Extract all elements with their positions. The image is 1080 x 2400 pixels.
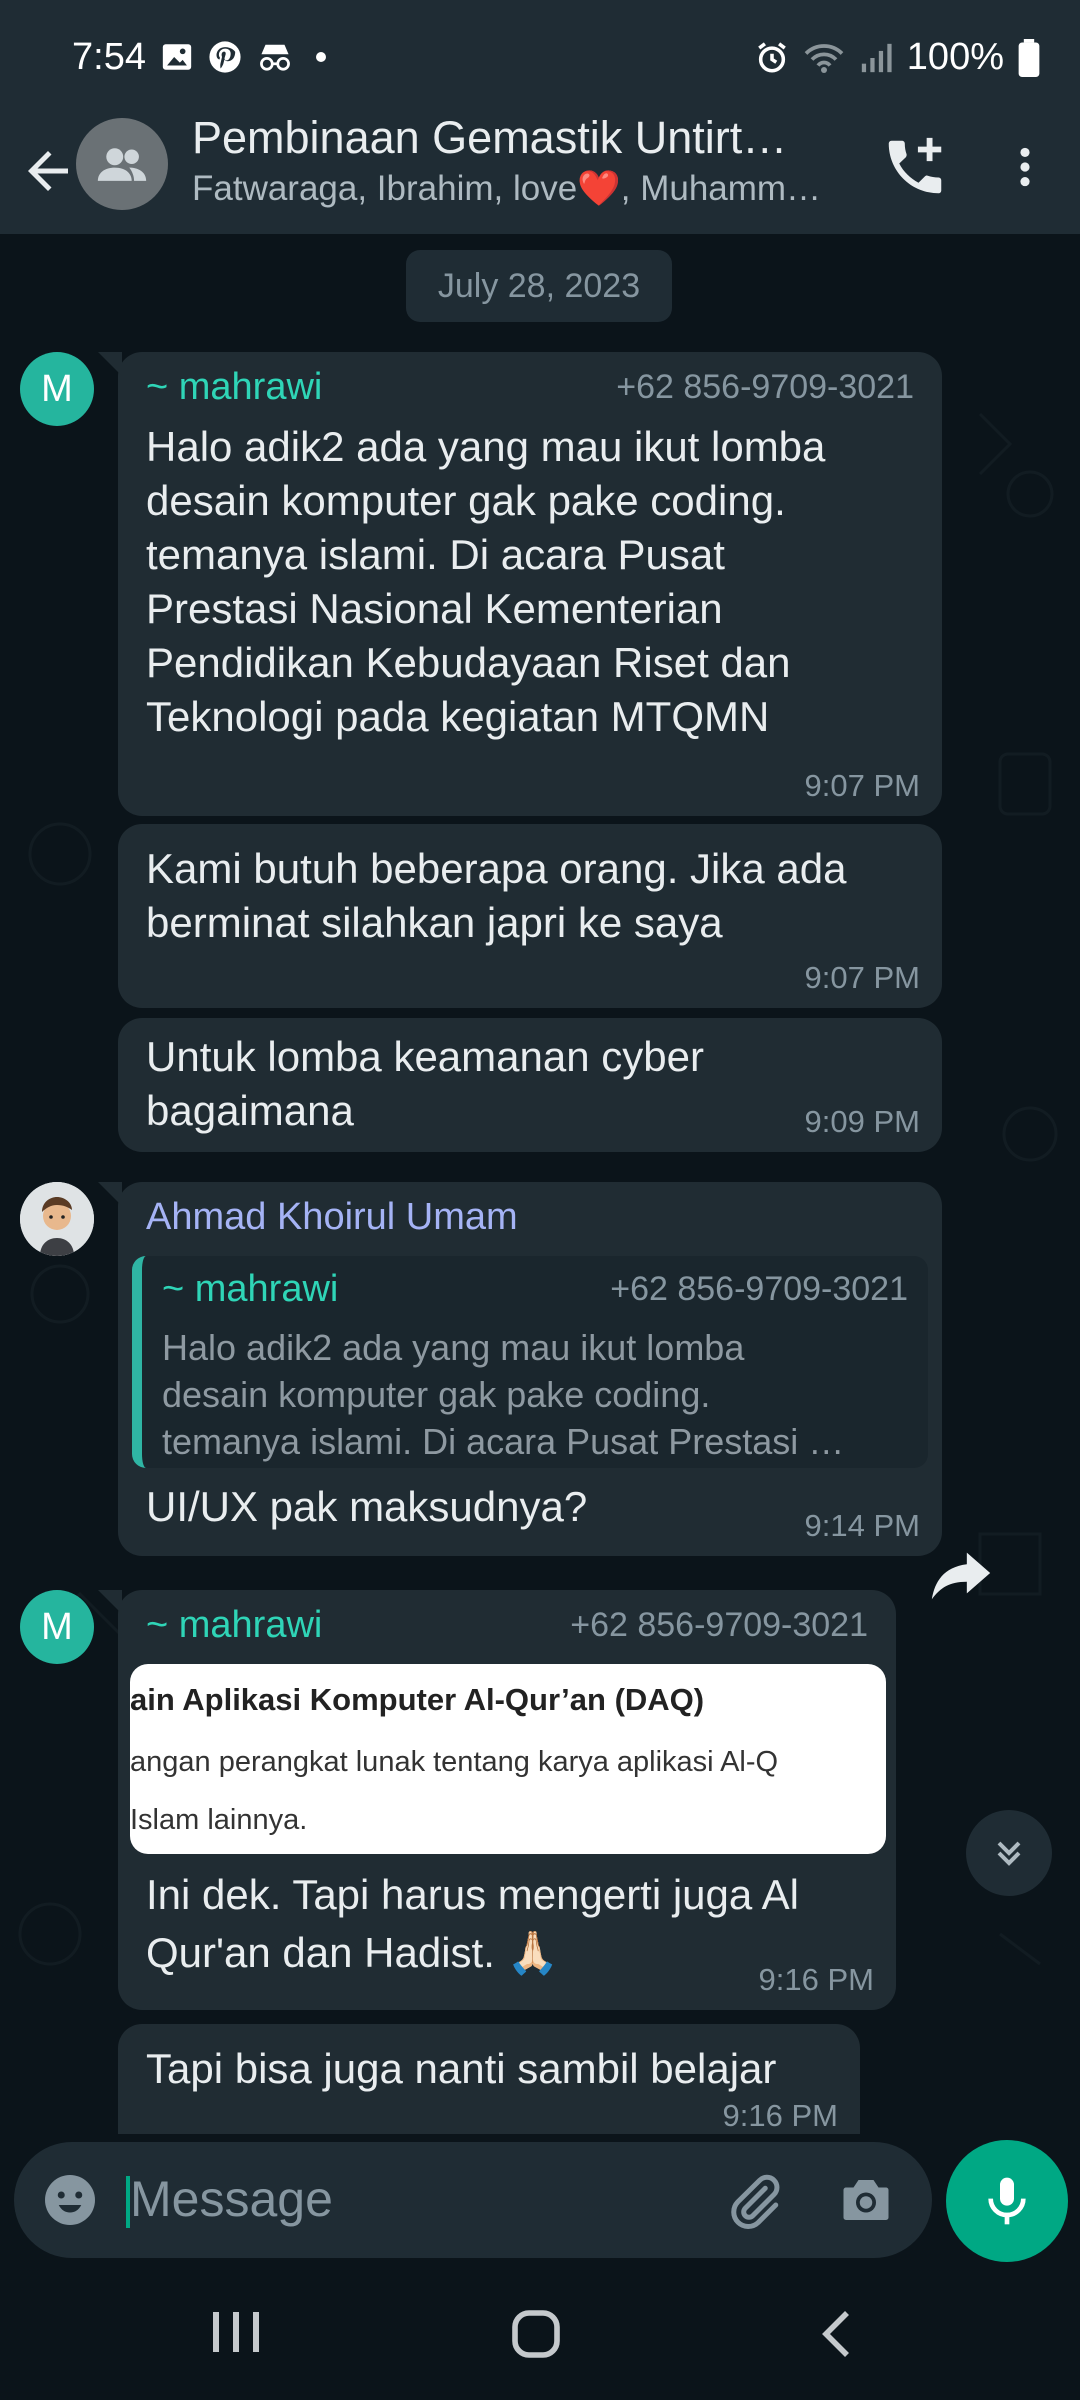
message-placeholder: Message [130,2171,333,2227]
scroll-down-icon [997,1841,1021,1866]
gallery-icon [162,44,192,70]
message-text: Halo adik2 ada yang mau ikut lomba desai… [146,423,826,740]
composer: Message [0,2134,1080,2264]
wifi-icon [804,43,844,73]
group-avatar-icon [97,148,147,181]
chat-messages[interactable]: July 28, 2023 M ~ mahrawi +62 856-9709-3… [0,234,1080,2134]
message-text: Tapi bisa juga nanti sambil belajar [146,2045,777,2092]
status-notification-icons [160,40,326,74]
image-text-title: ain Aplikasi Komputer Al-Qur’an (DAQ) [130,1682,705,1717]
incognito-icon [260,44,290,71]
message-input[interactable]: Message [14,2142,932,2258]
battery-percent: 100% [906,36,1004,78]
sender-name[interactable]: Ahmad Khoirul Umam [146,1196,518,1239]
image-text-line: Islam lainnya. [130,1804,308,1836]
forward-icon[interactable] [926,1538,996,1608]
message-bubble[interactable]: Ahmad Khoirul Umam ~ mahrawi +62 856-970… [98,1182,942,1556]
message-text: Ini dek. Tapi harus mengerti juga Al Qur… [146,1871,799,1976]
image-text-line: angan perangkat lunak tentang karya apli… [130,1746,779,1778]
camera-icon[interactable] [836,2170,896,2230]
chat-header: Pembinaan Gemastik Untirt… Fatwaraga, Ib… [0,112,1080,234]
alarm-icon [757,41,786,73]
scroll-down-button[interactable] [966,1810,1052,1896]
message-bubble[interactable]: ~ mahrawi +62 856-9709-3021 ain Aplikasi… [98,1590,896,2010]
message-bubble[interactable]: Kami butuh beberapa orang. Jika ada berm… [118,824,942,1008]
sender-name[interactable]: ~ mahrawi [146,366,322,409]
sender-name[interactable]: ~ mahrawi [146,1604,322,1647]
signal-icon [861,43,892,72]
quoted-message[interactable]: ~ mahrawi +62 856-9709-3021 Halo adik2 a… [132,1256,928,1468]
emoji-icon[interactable] [40,2170,100,2230]
message-time: 9:07 PM [804,768,920,803]
avatar-memoji [20,1182,94,1256]
avatar[interactable]: M [20,352,94,426]
more-vert-icon[interactable] [1000,132,1050,202]
quoted-phone: +62 856-9709-3021 [610,1270,908,1308]
message-time: 9:16 PM [722,2098,838,2133]
group-avatar[interactable] [76,118,168,210]
back-arrow-icon[interactable] [18,136,78,206]
add-call-icon[interactable] [880,132,950,202]
message-text: Untuk lomba keamanan cyber bagaimana [146,1033,704,1134]
message-bubble[interactable]: ~ mahrawi +62 856-9709-3021 Halo adik2 a… [98,352,942,816]
sender-phone[interactable]: +62 856-9709-3021 [616,368,914,407]
message-text: Kami butuh beberapa orang. Jika ada berm… [146,845,847,946]
date-chip: July 28, 2023 [406,250,672,322]
mic-button[interactable] [946,2140,1068,2262]
pinterest-icon [209,41,241,73]
avatar-letter: M [41,1605,73,1648]
status-dot [316,52,326,62]
status-time: 7:54 [72,36,146,78]
sender-phone[interactable]: +62 856-9709-3021 [570,1606,868,1645]
group-title[interactable]: Pembinaan Gemastik Untirt… [192,112,832,164]
status-bar: 7:54 100% [0,0,1080,112]
message-time: 9:16 PM [758,1962,874,1997]
group-members[interactable]: Fatwaraga, Ibrahim, love❤️, Muhamm… [192,168,842,209]
recent-apps-icon[interactable] [206,2308,266,2356]
message-text: UI/UX pak maksudnya? [146,1483,588,1530]
avatar[interactable]: M [20,1590,94,1664]
image-attachment[interactable]: ain Aplikasi Komputer Al-Qur’an (DAQ) an… [130,1664,886,1854]
avatar[interactable] [20,1182,94,1256]
quoted-text: Halo adik2 ada yang mau ikut lomba desai… [162,1327,845,1462]
nav-back-icon[interactable] [812,2306,868,2362]
message-time: 9:07 PM [804,960,920,995]
message-bubble[interactable]: Untuk lomba keamanan cyber bagaimana 9:0… [118,1018,942,1152]
mic-icon [988,2177,1026,2225]
home-icon[interactable] [508,2306,564,2362]
quoted-sender: ~ mahrawi [162,1268,339,1310]
battery-icon [1018,38,1040,77]
message-time: 9:14 PM [804,1508,920,1543]
message-bubble[interactable]: Tapi bisa juga nanti sambil belajar 9:16… [118,2024,860,2134]
avatar-letter: M [41,367,73,410]
system-nav-bar [0,2264,1080,2400]
attach-icon[interactable] [724,2172,784,2232]
message-time: 9:09 PM [804,1104,920,1139]
status-system-icons: 100% [755,36,1040,79]
